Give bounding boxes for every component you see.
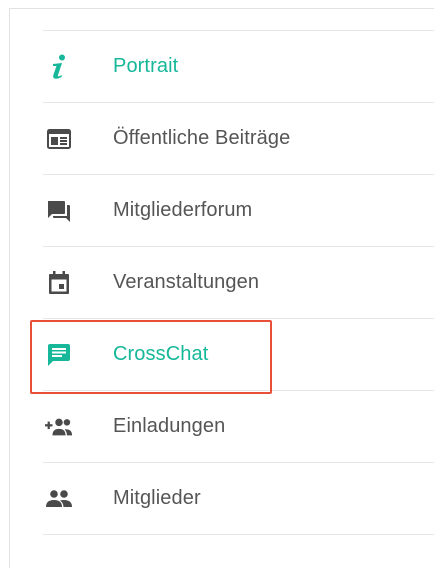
menu-item-invitations[interactable]: Einladungen bbox=[43, 391, 434, 463]
menu-item-label: Veranstaltungen bbox=[113, 271, 260, 293]
forum-icon bbox=[45, 197, 73, 225]
menu-item-label: CrossChat bbox=[113, 343, 209, 365]
menu-item-label: Öffentliche Beiträge bbox=[113, 127, 291, 149]
menu-item-label: Mitglieder bbox=[113, 487, 201, 509]
sidebar-menu: Portrait Öffentliche Beiträge Mitglieder… bbox=[43, 30, 434, 535]
chat-icon bbox=[45, 341, 73, 369]
menu-item-portrait[interactable]: Portrait bbox=[43, 31, 434, 103]
group-icon bbox=[45, 485, 73, 513]
menu-item-public-posts[interactable]: Öffentliche Beiträge bbox=[43, 103, 434, 175]
menu-item-events[interactable]: Veranstaltungen bbox=[43, 247, 434, 319]
menu-item-crosschat[interactable]: CrossChat bbox=[43, 319, 434, 391]
menu-item-label: Einladungen bbox=[113, 415, 226, 437]
menu-item-label: Mitgliederforum bbox=[113, 199, 253, 221]
menu-item-member-forum[interactable]: Mitgliederforum bbox=[43, 175, 434, 247]
info-icon bbox=[45, 53, 73, 81]
menu-item-label: Portrait bbox=[113, 55, 179, 77]
newspaper-icon bbox=[45, 125, 73, 153]
calendar-icon bbox=[45, 269, 73, 297]
menu-item-members[interactable]: Mitglieder bbox=[43, 463, 434, 535]
add-group-icon bbox=[45, 413, 73, 441]
